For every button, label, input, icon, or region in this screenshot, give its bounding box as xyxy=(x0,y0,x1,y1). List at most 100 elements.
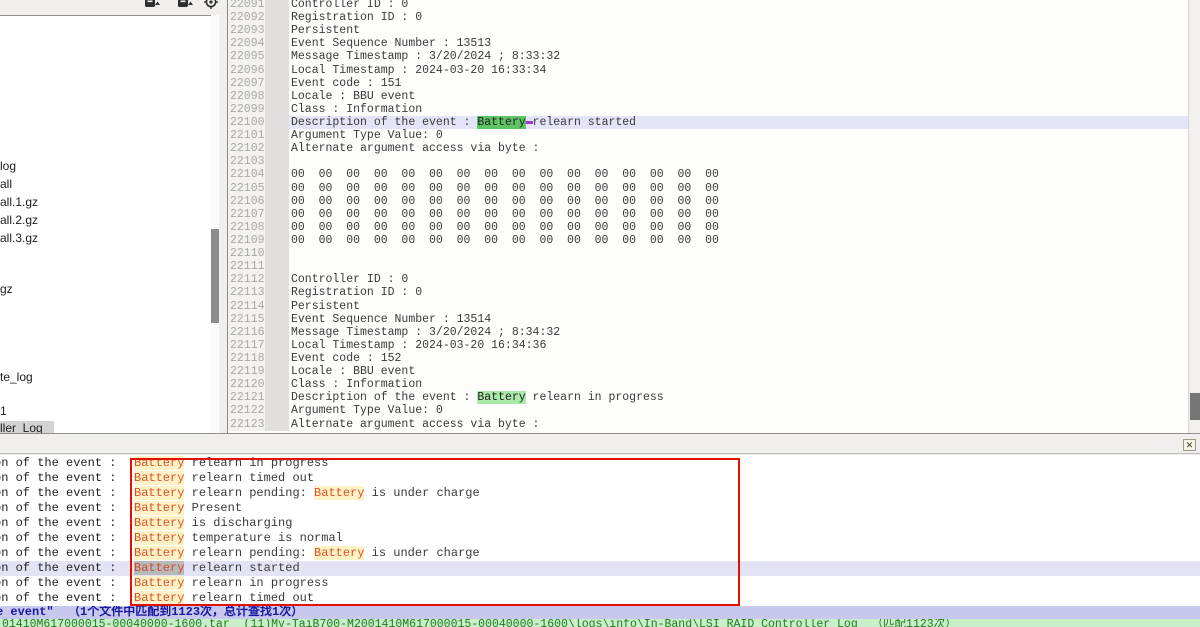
result-row-text: Battery Present xyxy=(134,501,242,516)
close-icon[interactable]: ✕ xyxy=(1183,439,1196,451)
log-line[interactable]: 22118Event code : 152 xyxy=(228,352,1188,365)
log-line[interactable]: 22115Event Sequence Number : 13514 xyxy=(228,313,1188,326)
export-log-icon-2[interactable] xyxy=(176,0,194,11)
file-item[interactable]: all.3.gz xyxy=(0,231,46,246)
log-line[interactable]: 2210600 00 00 00 00 00 00 00 00 00 00 00… xyxy=(228,195,1188,208)
file-item[interactable]: te_log xyxy=(0,370,41,385)
bookmark-margin xyxy=(265,247,289,260)
file-item[interactable]: all.2.gz xyxy=(0,213,46,228)
line-text: 00 00 00 00 00 00 00 00 00 00 00 00 00 0… xyxy=(289,221,1188,234)
log-line[interactable]: 22095Message Timestamp : 3/20/2024 ; 8:3… xyxy=(228,50,1188,63)
bookmark-margin xyxy=(265,64,289,77)
log-line[interactable]: 22111 xyxy=(228,260,1188,273)
line-text-segment: Controller ID : 0 xyxy=(291,273,408,286)
editor-scrollbar-thumb[interactable] xyxy=(1190,393,1200,420)
bookmark-margin xyxy=(265,234,289,247)
log-line[interactable]: 22116Message Timestamp : 3/20/2024 ; 8:3… xyxy=(228,326,1188,339)
result-row[interactable]: on of the event :Battery temperature is … xyxy=(0,531,1200,546)
bookmark-margin xyxy=(265,195,289,208)
line-number: 22097 xyxy=(228,77,265,90)
bookmark-margin xyxy=(265,50,289,63)
result-row-text: Battery relearn timed out xyxy=(134,471,314,486)
bookmark-margin xyxy=(265,11,289,24)
line-text: Message Timestamp : 3/20/2024 ; 8:33:32 xyxy=(289,50,1188,63)
file-item[interactable]: log xyxy=(0,159,24,174)
log-line[interactable]: 22112Controller ID : 0 xyxy=(228,273,1188,286)
result-row[interactable]: on of the event :Battery relearn pending… xyxy=(0,486,1200,501)
line-text: Class : Information xyxy=(289,378,1188,391)
log-line[interactable]: 22092Registration ID : 0 xyxy=(228,11,1188,24)
file-list-scrollbar-thumb[interactable] xyxy=(211,229,219,323)
line-text: Controller ID : 0 xyxy=(289,273,1188,286)
log-line[interactable]: 22099Class : Information xyxy=(228,103,1188,116)
log-line[interactable]: 2210700 00 00 00 00 00 00 00 00 00 00 00… xyxy=(228,208,1188,221)
file-item[interactable]: gz xyxy=(0,282,21,297)
log-line[interactable]: 22098Locale : BBU event xyxy=(228,90,1188,103)
line-text: Local Timestamp : 2024-03-20 16:33:34 xyxy=(289,64,1188,77)
editor-scrollbar[interactable] xyxy=(1188,0,1200,433)
file-item[interactable]: all xyxy=(0,177,20,192)
log-text-editor[interactable]: 22091Controller ID : 022092Registration … xyxy=(228,0,1188,433)
log-line[interactable]: 22100Description of the event : Battery … xyxy=(228,116,1188,129)
bookmark-margin xyxy=(265,260,289,273)
file-item[interactable]: ller_Log xyxy=(0,421,54,433)
log-line[interactable]: 2210900 00 00 00 00 00 00 00 00 00 00 00… xyxy=(228,234,1188,247)
result-text-segment: Present xyxy=(184,501,242,515)
result-row[interactable]: on of the event :Battery relearn in prog… xyxy=(0,576,1200,591)
bookmark-margin xyxy=(265,208,289,221)
log-line[interactable]: 22093Persistent xyxy=(228,24,1188,37)
line-text-segment: 00 00 00 00 00 00 00 00 00 00 00 00 00 0… xyxy=(291,208,719,221)
bookmark-margin xyxy=(265,418,289,431)
log-line[interactable]: 22103 xyxy=(228,155,1188,168)
search-match: Battery xyxy=(134,531,184,545)
log-line[interactable]: 22117Local Timestamp : 2024-03-20 16:34:… xyxy=(228,339,1188,352)
log-line[interactable]: 22096Local Timestamp : 2024-03-20 16:33:… xyxy=(228,64,1188,77)
log-line[interactable]: 22120 Class : Information xyxy=(228,378,1188,391)
log-line[interactable]: 22122Argument Type Value: 0 xyxy=(228,404,1188,417)
file-match-line: 01410M617000015-00040000-1600.tar (11)My… xyxy=(0,619,1200,627)
line-number: 22099 xyxy=(228,103,265,116)
bookmark-margin xyxy=(265,326,289,339)
result-text-segment: relearn pending: xyxy=(184,486,314,500)
log-line[interactable]: 22123Alternate argument access via byte … xyxy=(228,418,1188,431)
log-line[interactable]: 22094Event Sequence Number : 13513 xyxy=(228,37,1188,50)
line-number: 22102 xyxy=(228,142,265,155)
line-text-segment: Controller ID : 0 xyxy=(291,0,408,11)
line-number: 22120 xyxy=(228,378,265,391)
line-text: Argument Type Value: 0 xyxy=(289,404,1188,417)
result-row-text: Battery relearn in progress xyxy=(134,456,328,471)
export-log-icon[interactable] xyxy=(143,0,161,11)
log-line[interactable]: 22102Alternate argument access via byte … xyxy=(228,142,1188,155)
log-line[interactable]: 2210500 00 00 00 00 00 00 00 00 00 00 00… xyxy=(228,182,1188,195)
result-row[interactable]: on of the event :Battery relearn in prog… xyxy=(0,456,1200,471)
log-line[interactable]: 22121Description of the event : Battery … xyxy=(228,391,1188,404)
file-item[interactable]: all.1.gz xyxy=(0,195,46,210)
log-line[interactable]: 22101Argument Type Value: 0 xyxy=(228,129,1188,142)
line-text-segment: Registration ID : 0 xyxy=(291,286,422,299)
file-item[interactable]: 1 xyxy=(0,404,15,419)
result-row-label: on of the event : xyxy=(0,501,116,516)
result-row[interactable]: on of the event :Battery is discharging xyxy=(0,516,1200,531)
result-row[interactable]: on of the event :Battery relearn started xyxy=(0,561,1200,576)
file-list-scrollbar[interactable] xyxy=(211,15,219,433)
bookmark-margin xyxy=(265,391,289,404)
log-line[interactable]: 22119Locale : BBU event xyxy=(228,365,1188,378)
line-text-segment: Event Sequence Number : 13513 xyxy=(291,37,491,50)
log-line[interactable]: 22097Event code : 151 xyxy=(228,77,1188,90)
search-summary-text: e event" （1个文件中匹配到1123次，总计查找1次） xyxy=(0,606,303,619)
result-row-text: Battery temperature is normal xyxy=(134,531,343,546)
target-icon[interactable] xyxy=(203,0,221,11)
result-row[interactable]: on of the event :Battery relearn timed o… xyxy=(0,471,1200,486)
line-text-segment: Locale : BBU event xyxy=(291,90,415,103)
log-line[interactable]: 2210400 00 00 00 00 00 00 00 00 00 00 00… xyxy=(228,168,1188,181)
log-line[interactable]: 22110 xyxy=(228,247,1188,260)
log-line[interactable]: 22091Controller ID : 0 xyxy=(228,0,1188,11)
search-results-list[interactable]: on of the event : Battery relearn in prog… xyxy=(0,455,1200,606)
result-row[interactable]: on of the event :Battery relearn timed o… xyxy=(0,591,1200,606)
log-line[interactable]: 22114Persistent xyxy=(228,300,1188,313)
result-row[interactable]: on of the event : Battery Present xyxy=(0,501,1200,516)
log-line[interactable]: 2210800 00 00 00 00 00 00 00 00 00 00 00… xyxy=(228,221,1188,234)
log-line[interactable]: 22113Registration ID : 0 xyxy=(228,286,1188,299)
line-text: Locale : BBU event xyxy=(289,365,1188,378)
result-row[interactable]: on of the event :Battery relearn pending… xyxy=(0,546,1200,561)
